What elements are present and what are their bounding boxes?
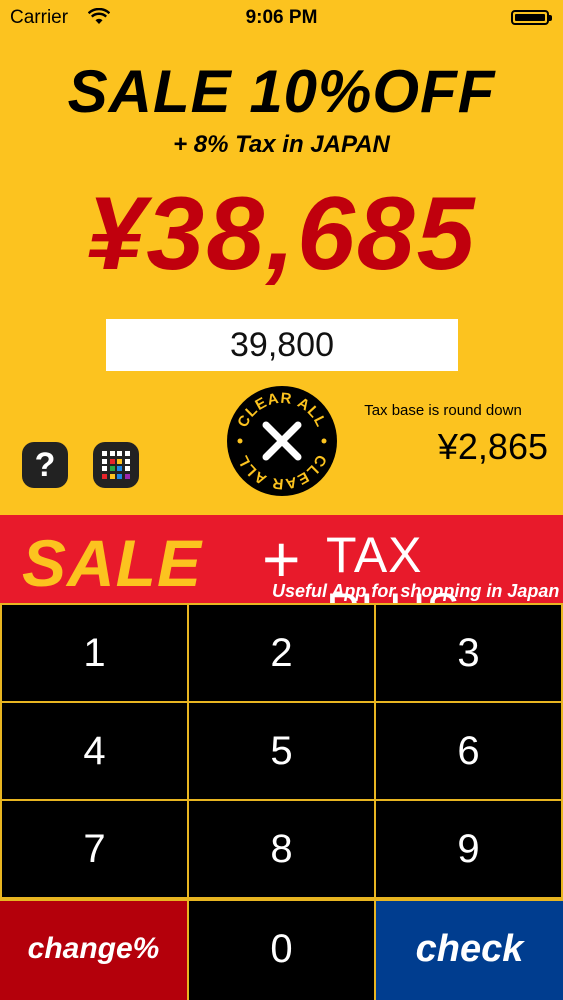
clear-all-button[interactable]: CLEAR ALL CLEAR ALL xyxy=(226,385,338,497)
tax-subline: + 8% Tax in JAPAN xyxy=(173,131,390,158)
discount-headline: SALE 10%OFF xyxy=(67,58,496,125)
key-9[interactable]: 9 xyxy=(376,801,561,897)
help-icon: ? xyxy=(34,446,56,484)
banner-sale: SALE xyxy=(22,526,203,600)
key-0[interactable]: 0 xyxy=(189,901,374,1000)
tax-note: Tax base is round down xyxy=(364,402,522,419)
app-banner: SALE + TAX PLUS Useful App for shopping … xyxy=(0,515,563,639)
key-3[interactable]: 3 xyxy=(376,605,561,701)
key-2[interactable]: 2 xyxy=(189,605,374,701)
clock: 9:06 PM xyxy=(245,7,318,28)
price-input[interactable] xyxy=(106,319,458,371)
key-4[interactable]: 4 xyxy=(2,703,187,799)
check-button[interactable]: check xyxy=(376,901,563,1000)
keypad: 1 2 3 4 5 6 7 8 9 change% 0 check xyxy=(0,603,563,1000)
key-1[interactable]: 1 xyxy=(2,605,187,701)
key-8[interactable]: 8 xyxy=(189,801,374,897)
key-6[interactable]: 6 xyxy=(376,703,561,799)
apps-grid-icon xyxy=(102,451,130,479)
apps-button[interactable] xyxy=(93,442,139,488)
key-5[interactable]: 5 xyxy=(189,703,374,799)
change-percent-button[interactable]: change% xyxy=(0,901,187,1000)
help-button[interactable]: ? xyxy=(22,442,68,488)
key-7[interactable]: 7 xyxy=(2,801,187,897)
banner-tagline: Useful App for shopping in Japan xyxy=(272,581,560,601)
tax-amount: ¥2,865 xyxy=(437,426,548,467)
total-price: ¥38,685 xyxy=(86,176,477,292)
battery-icon xyxy=(511,10,552,25)
status-bar: Carrier 9:06 PM xyxy=(0,0,563,36)
